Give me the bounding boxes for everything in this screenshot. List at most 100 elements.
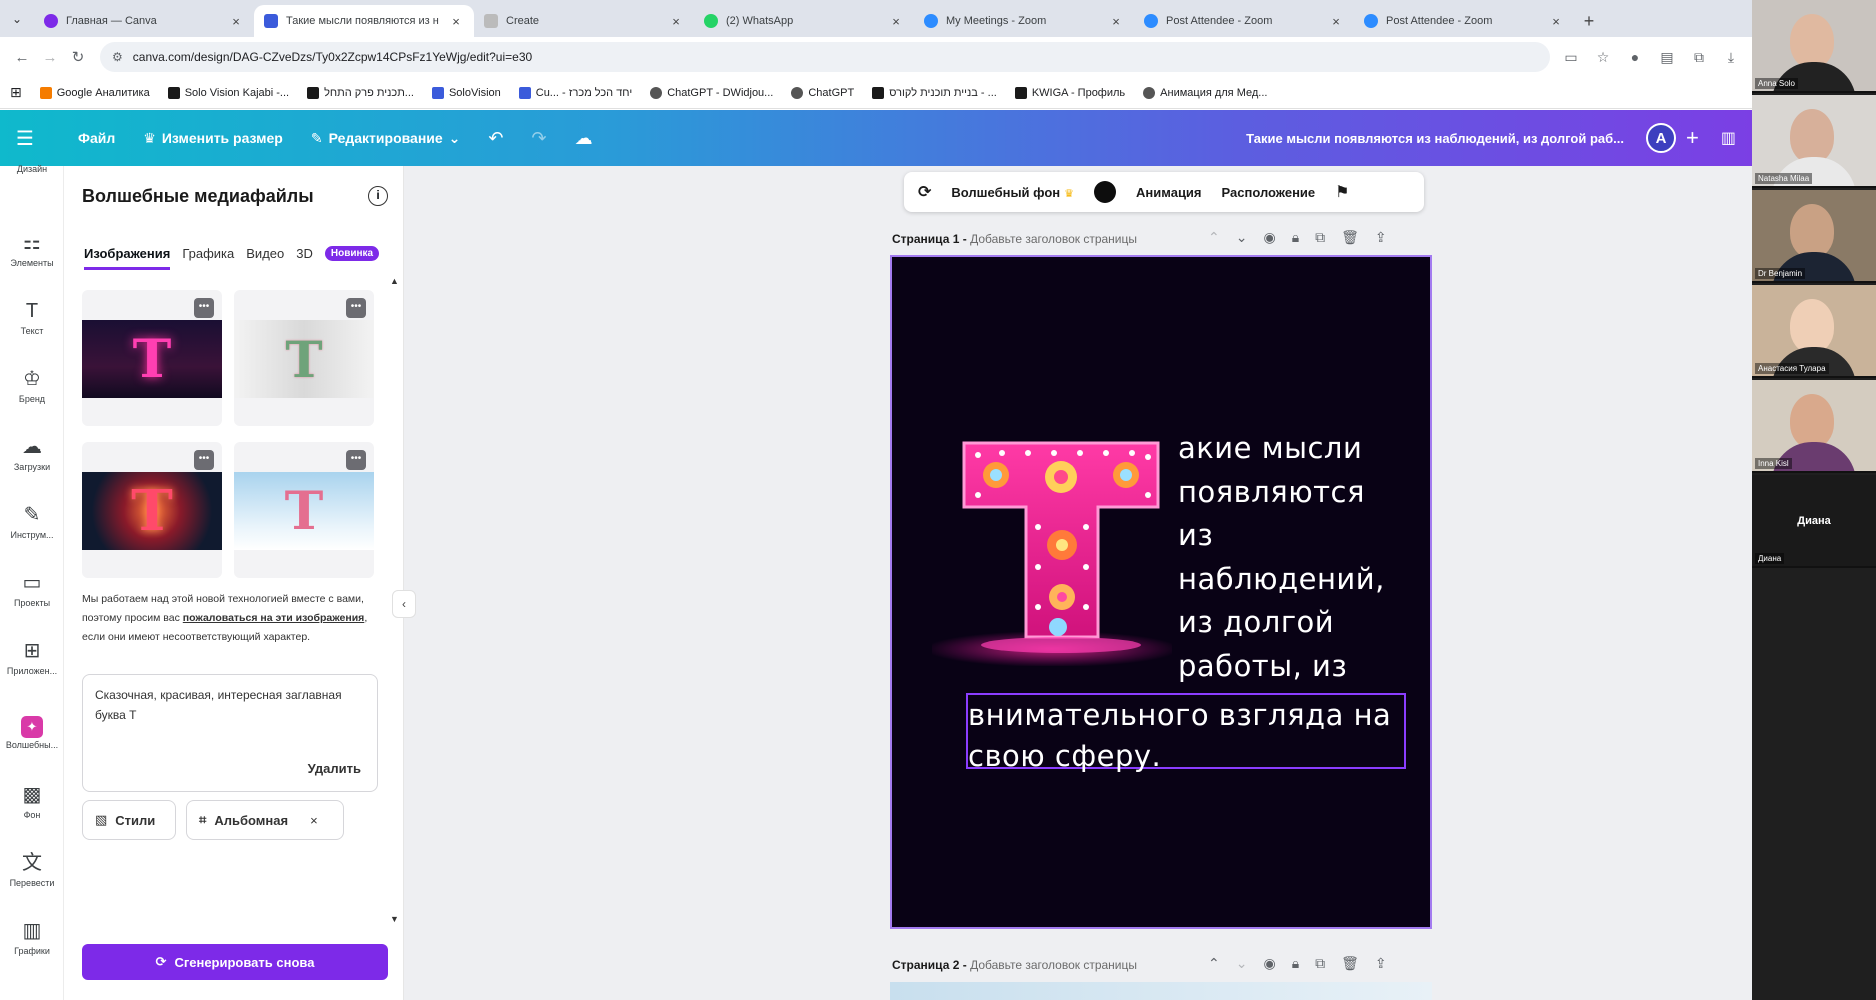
hide-eye-icon[interactable]: ◉ [1263, 229, 1275, 246]
move-down-chevron-icon[interactable]: ⌄ [1236, 229, 1248, 246]
bookmark-item[interactable]: תכנית פרק התחל... [307, 86, 414, 99]
document-title[interactable]: Такие мысли появляются из наблюдений, из… [1246, 131, 1624, 146]
generated-image-thumb[interactable]: T ••• [234, 290, 374, 426]
more-options-icon[interactable]: ••• [194, 298, 214, 318]
file-menu[interactable]: Файл [78, 130, 115, 146]
move-up-chevron-icon[interactable]: ⌃ [1208, 955, 1220, 972]
user-avatar[interactable]: A [1646, 123, 1677, 153]
url-field[interactable]: ⚙ canva.com/design/DAG-CZveDzs/Ty0x2Zcpw… [100, 42, 1550, 72]
bookmark-item[interactable]: Google Аналитика [39, 86, 150, 99]
clear-chip-icon[interactable]: × [310, 813, 318, 828]
bookmark-item[interactable]: Анимация для Мед... [1143, 86, 1267, 99]
delete-trash-icon[interactable]: 🗑︎ [1341, 955, 1359, 972]
design-page-1[interactable]: акие мысли появляются из наблюдений, из … [890, 255, 1432, 929]
rail-item-apps[interactable]: ⊞ Приложен... [0, 638, 64, 676]
format-painter-icon[interactable]: ⚑ [1335, 182, 1349, 202]
tab-close-icon[interactable]: × [668, 14, 684, 29]
aspect-ratio-chip[interactable]: ⌗ Альбомная × [186, 800, 344, 840]
selected-text-box[interactable]: внимательного взгляда на свою сферу. [966, 693, 1406, 773]
tab-graphics[interactable]: Графика [182, 246, 234, 270]
move-up-chevron-icon[interactable]: ⌃ [1208, 229, 1220, 246]
bookmark-star-icon[interactable]: ☆ [1590, 44, 1616, 70]
zoom-participant-tile[interactable]: Анастасия Тулара [1752, 285, 1876, 378]
rail-item-background[interactable]: ▩ Фон [0, 782, 64, 820]
lock-icon[interactable]: 🔒︎ [1292, 955, 1299, 972]
browser-tab[interactable]: Post Attendee - Zoom × [1134, 5, 1354, 37]
lock-icon[interactable]: 🔒︎ [1292, 229, 1299, 246]
headline-text[interactable]: акие мысли появляются из наблюдений, из … [1178, 427, 1385, 688]
menu-hamburger-icon[interactable]: ☰ [16, 126, 50, 151]
browser-tab[interactable]: Главная — Canva × [34, 5, 254, 37]
tab-close-icon[interactable]: × [1548, 14, 1564, 29]
duplicate-icon[interactable]: ⧉ [1315, 955, 1325, 972]
hide-eye-icon[interactable]: ◉ [1263, 955, 1275, 972]
forward-arrow-icon[interactable]: → [36, 43, 64, 71]
rail-item-magic-media[interactable]: ✦ Волшебны... [0, 714, 64, 750]
styles-chip[interactable]: ▧ Стили [82, 800, 176, 840]
cast-icon[interactable]: ▭ [1558, 44, 1584, 70]
browser-tab[interactable]: My Meetings - Zoom × [914, 5, 1134, 37]
generated-image-thumb[interactable]: T ••• [82, 290, 222, 426]
zoom-participant-tile[interactable]: Anna Solo [1752, 0, 1876, 93]
floral-letter-t-image[interactable] [958, 437, 1164, 655]
rail-item-projects[interactable]: ▭ Проекты [0, 570, 64, 608]
color-swatch[interactable] [1094, 181, 1117, 203]
bookmark-item[interactable]: בניית תוכנית לקורס - ... [872, 86, 997, 99]
page1-label[interactable]: Страница 1 - Добавьте заголовок страницы [892, 232, 1137, 246]
reload-icon[interactable]: ↻ [64, 43, 92, 71]
browser-tab[interactable]: Create × [474, 5, 694, 37]
apps-grid-icon[interactable]: ⊞ [10, 84, 22, 101]
bookmark-item[interactable]: Solo Vision Kajabi -... [167, 86, 289, 99]
bookmark-item[interactable]: Cu... - יחד הכל מכרז [518, 86, 632, 99]
report-link[interactable]: пожаловаться на эти изображения [183, 612, 365, 624]
cloud-saved-icon[interactable]: ☁ [575, 128, 593, 149]
scroll-up-arrow-icon[interactable]: ▲ [390, 276, 399, 286]
resize-menu[interactable]: ♛ Изменить размер [143, 130, 283, 147]
prompt-textarea[interactable]: Сказочная, красивая, интересная заглавна… [82, 674, 378, 792]
rail-item-brand[interactable]: ♔ Бренд [0, 366, 64, 404]
move-down-chevron-icon[interactable]: ⌄ [1236, 955, 1248, 972]
more-options-icon[interactable]: ••• [346, 450, 366, 470]
tab-images[interactable]: Изображения [84, 246, 171, 270]
more-options-icon[interactable]: ••• [194, 450, 214, 470]
regenerate-button[interactable]: ⟳ Сгенерировать снова [82, 944, 388, 980]
add-collaborator-plus-icon[interactable]: + [1686, 125, 1699, 151]
tab-close-icon[interactable]: × [448, 14, 464, 29]
bookmark-item[interactable]: SoloVision [431, 86, 501, 99]
animation-button[interactable]: Анимация [1136, 185, 1201, 200]
rail-item-design[interactable]: Дизайн [0, 162, 64, 174]
extension-record-icon[interactable]: ● [1622, 44, 1648, 70]
collapse-panel-chevron-icon[interactable]: ‹ [392, 590, 416, 618]
refresh-icon[interactable]: ⟳ [918, 182, 931, 202]
download-icon[interactable]: ⤓ [1718, 44, 1744, 70]
scroll-down-arrow-icon[interactable]: ▼ [390, 914, 399, 924]
browser-tab[interactable]: Post Attendee - Zoom × [1354, 5, 1574, 37]
tab-list-chevron-icon[interactable]: ⌄ [0, 0, 34, 37]
zoom-participant-tile[interactable]: Dr Benjamin [1752, 190, 1876, 283]
browser-tab[interactable]: (2) WhatsApp × [694, 5, 914, 37]
rail-item-charts[interactable]: ▥ Графики [0, 918, 64, 956]
new-tab-plus-icon[interactable]: + [1574, 5, 1604, 37]
more-options-icon[interactable]: ••• [346, 298, 366, 318]
rail-item-elements[interactable]: ⚏ Элементы [0, 230, 64, 268]
add-page-icon[interactable]: ⇪ [1375, 229, 1387, 246]
bookmark-item[interactable]: ChatGPT [791, 86, 854, 99]
redo-icon[interactable]: ↷ [532, 128, 547, 149]
generated-image-thumb[interactable]: T ••• [82, 442, 222, 578]
extensions-puzzle-icon[interactable]: ⧉ [1686, 44, 1712, 70]
tab-close-icon[interactable]: × [1108, 14, 1124, 29]
page2-label[interactable]: Страница 2 - Добавьте заголовок страницы [892, 958, 1137, 972]
bookmark-item[interactable]: ChatGPT - DWidjou... [650, 86, 773, 99]
extension-grid-icon[interactable]: ▤ [1654, 44, 1680, 70]
browser-tab-active[interactable]: Такие мысли появляются из н × [254, 5, 474, 37]
info-icon[interactable]: i [368, 186, 388, 206]
design-page-2[interactable] [890, 982, 1432, 1000]
edit-menu[interactable]: ✎ Редактирование ⌄ [311, 130, 461, 147]
undo-icon[interactable]: ↶ [488, 128, 503, 149]
rail-item-tools[interactable]: ✎ Инструм... [0, 502, 64, 540]
generated-image-thumb[interactable]: T ••• [234, 442, 374, 578]
rail-item-text[interactable]: T Текст [0, 298, 64, 336]
insights-chart-icon[interactable]: ▥ [1721, 128, 1736, 148]
tab-close-icon[interactable]: × [1328, 14, 1344, 29]
tab-close-icon[interactable]: × [228, 14, 244, 29]
